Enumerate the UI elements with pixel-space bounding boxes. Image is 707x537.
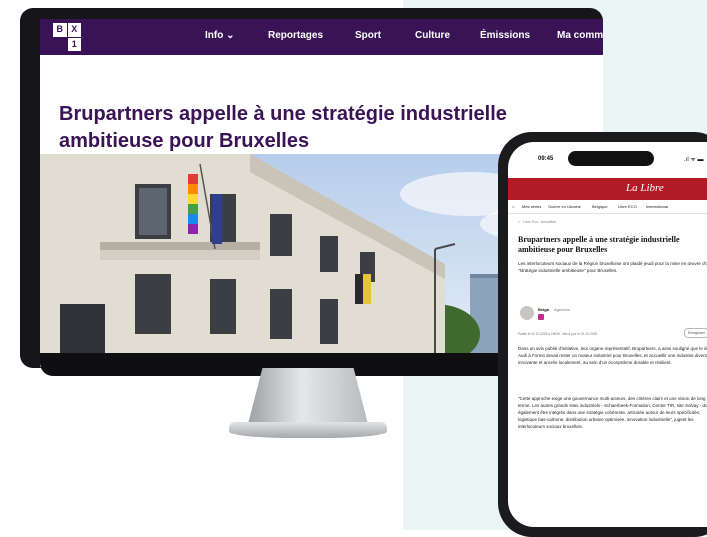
author-avatar bbox=[520, 306, 534, 320]
logo-letter: B bbox=[53, 23, 67, 37]
article-paragraph: "Cette approche exige une gouvernance mu… bbox=[518, 396, 707, 429]
smartphone: 09:45 .ıl ᯤ ▬ La Libre ⌂ Mes séries Guer… bbox=[498, 132, 707, 537]
article-paragraph: Dans un avis publié d'initiative, leur o… bbox=[518, 346, 707, 365]
logo-gap bbox=[53, 38, 67, 52]
monitor-stand-base bbox=[229, 422, 387, 438]
subnav-item-ukraine[interactable]: Guerre en Ukraine bbox=[548, 204, 581, 209]
nav-item-emissions[interactable]: Émissions bbox=[480, 30, 530, 41]
article-lead: Les interlocuteurs sociaux de la Région … bbox=[518, 261, 707, 273]
nav-item-reportages[interactable]: Reportages bbox=[268, 30, 323, 41]
subnav-item-series[interactable]: Mes séries bbox=[522, 204, 541, 209]
logo-letter: 1 bbox=[67, 37, 81, 51]
status-time: 09:45 bbox=[538, 156, 554, 162]
lalibre-logo[interactable]: La Libre bbox=[626, 182, 664, 194]
article-title: Brupartners appelle à une stratégie indu… bbox=[518, 235, 680, 254]
subnav-item-libre-eco[interactable]: Libre ECO bbox=[618, 204, 637, 209]
save-button[interactable]: Enregistrer bbox=[684, 328, 707, 338]
nav-item-ma-communaute[interactable]: Ma commu bbox=[557, 30, 603, 41]
follow-icon[interactable] bbox=[538, 314, 544, 320]
publish-date: Publié le 02-10-2025 à 15h05 - Mis à jou… bbox=[518, 332, 598, 336]
lalibre-subnav: ⌂ Mes séries Guerre en Ukraine Belgique … bbox=[508, 201, 707, 214]
author-agency: Agences bbox=[554, 307, 570, 312]
lalibre-header: La Libre bbox=[508, 178, 707, 200]
dynamic-island bbox=[568, 151, 654, 166]
nav-item-info[interactable]: Info ⌄ bbox=[205, 30, 234, 41]
logo-letter: X bbox=[67, 23, 81, 37]
monitor-stand bbox=[248, 368, 368, 424]
status-icons: .ıl ᯤ ▬ bbox=[684, 157, 704, 163]
nav-item-culture[interactable]: Culture bbox=[415, 30, 450, 41]
subnav-item-international[interactable]: International bbox=[646, 204, 668, 209]
top-navigation-bar: B X 1 Info ⌄ Reportages Sport Culture Ém… bbox=[40, 19, 603, 55]
breadcrumb[interactable]: ⌂ · Libre Eco · Actualités bbox=[518, 220, 556, 224]
phone-screen: 09:45 .ıl ᯤ ▬ La Libre ⌂ Mes séries Guer… bbox=[508, 142, 707, 527]
bx1-logo[interactable]: B X 1 bbox=[53, 23, 81, 51]
author-name[interactable]: Belga bbox=[538, 307, 549, 312]
home-icon[interactable]: ⌂ bbox=[512, 204, 514, 209]
nav-item-sport[interactable]: Sport bbox=[355, 30, 381, 41]
subnav-item-belgique[interactable]: Belgique bbox=[592, 204, 608, 209]
